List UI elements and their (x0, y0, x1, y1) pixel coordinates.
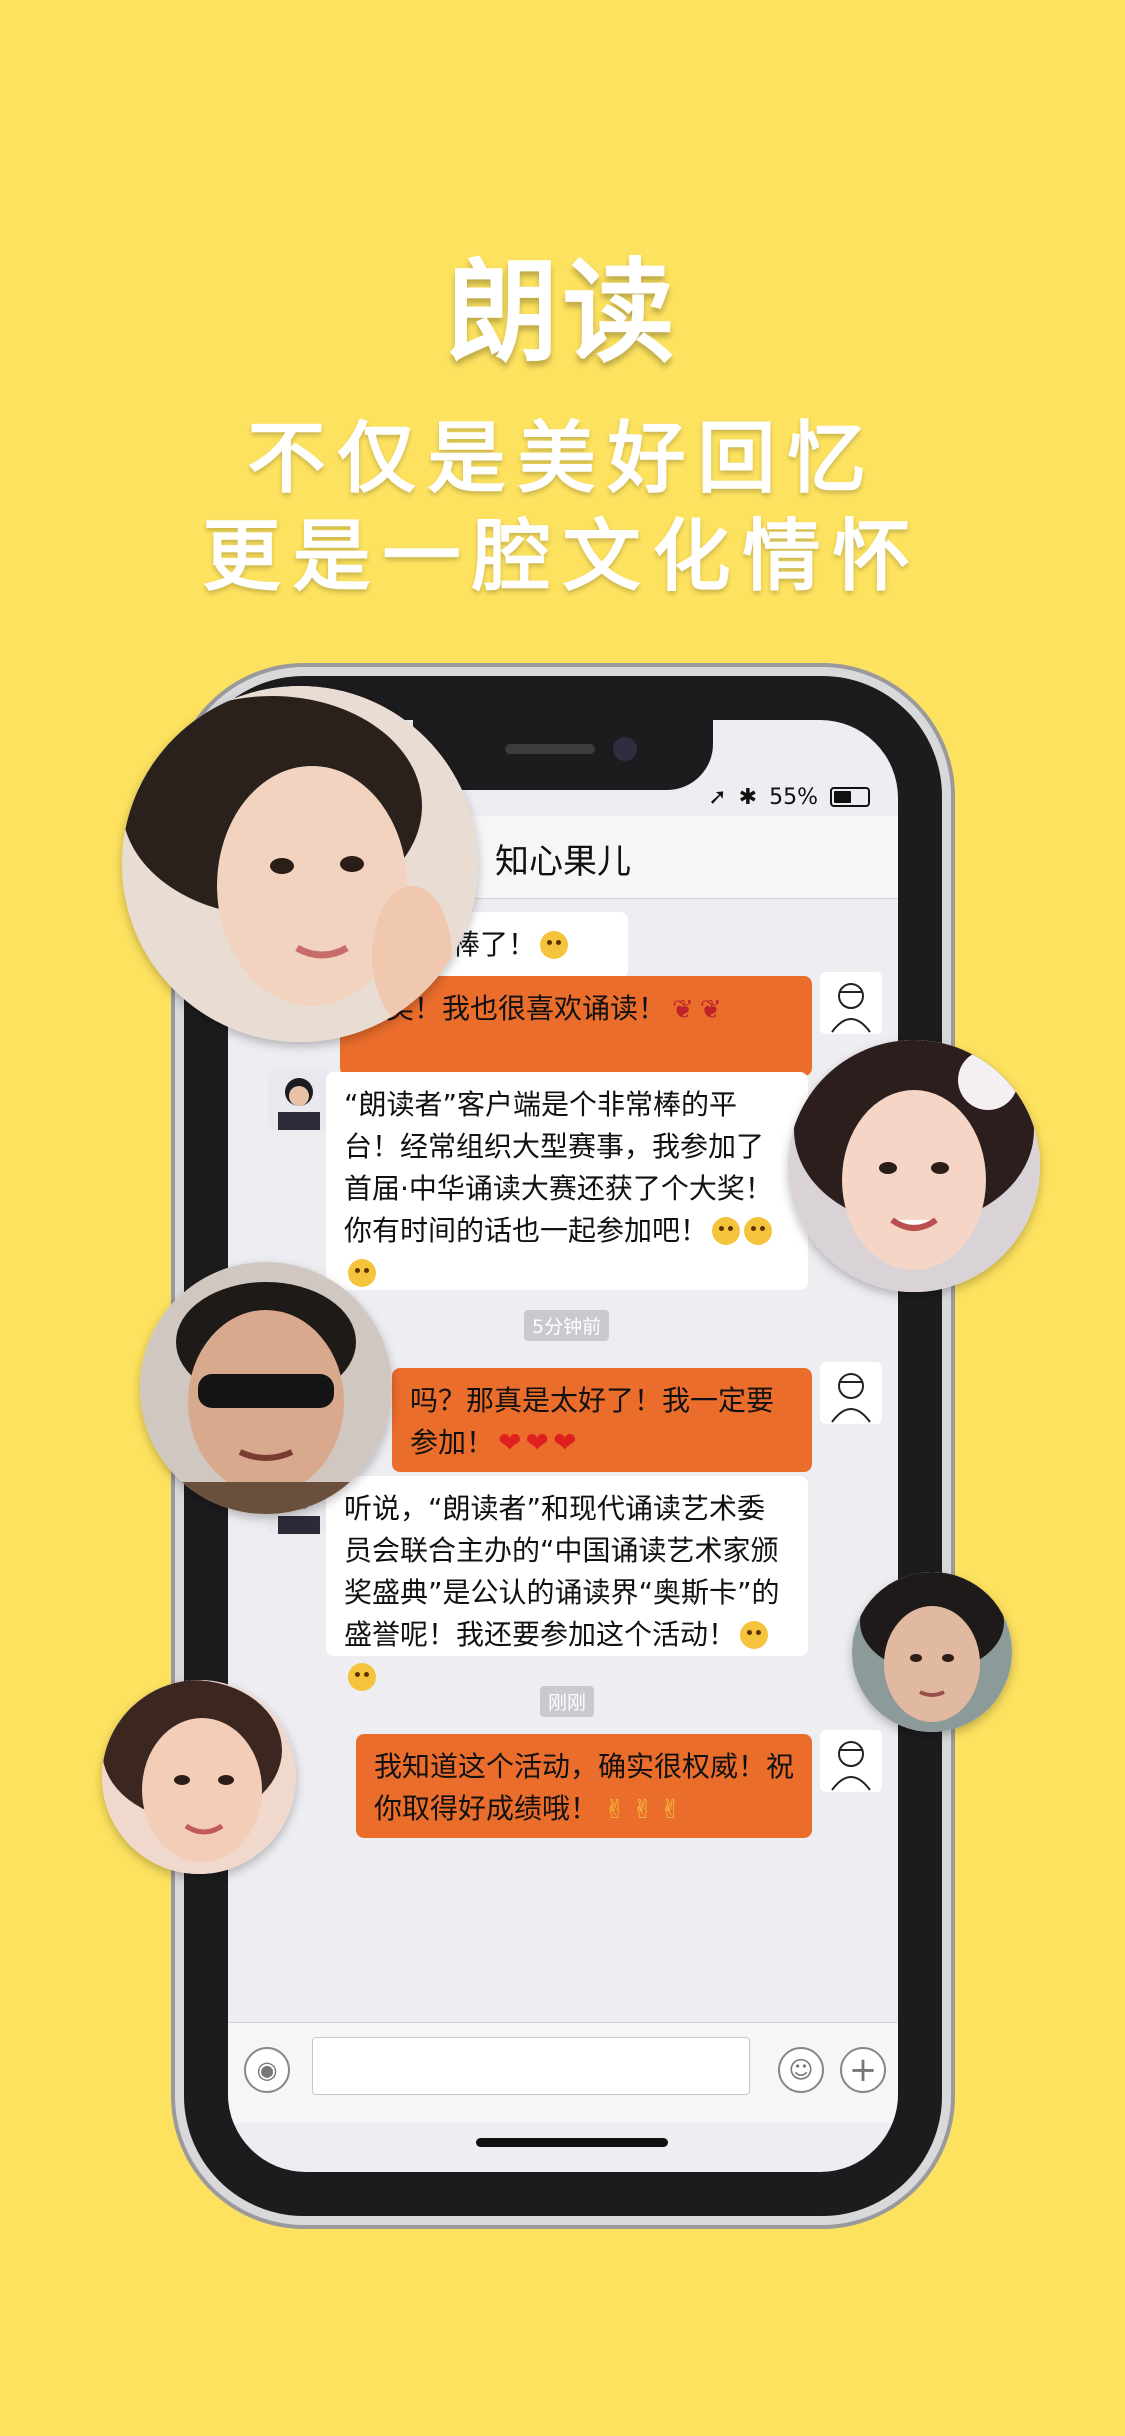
victory-emoji-icon: ✌ (631, 1795, 654, 1825)
message-bubble: 吗？那真是太好了！我一定要参加！ ❤ ❤ ❤ (392, 1368, 812, 1472)
battery-percent: 55% (769, 784, 818, 810)
heart-emoji-icon: ❤ (552, 1426, 577, 1459)
heart-emoji-icon: ❤ (498, 1426, 522, 1459)
message-bubble: “朗读者”客户端是个非常棒的平台！经常组织大型赛事，我参加了首届·中华诵读大赛还… (326, 1072, 808, 1290)
plus-icon[interactable]: + (840, 2047, 886, 2093)
rose-emoji-icon: ❦ (672, 995, 694, 1025)
location-icon: ➚ (708, 784, 727, 810)
my-avatar[interactable] (820, 1730, 882, 1792)
message-bubble: 听说，“朗读者”和现代诵读艺术委员会联合主办的“中国诵读艺术家颁奖盛典”是公认的… (326, 1476, 808, 1691)
rose-emoji-icon: ❦ (699, 995, 722, 1025)
status-bar: ➚ ✱ 55% (708, 782, 870, 812)
notch (413, 720, 713, 790)
speaker (505, 744, 595, 754)
timestamp: 刚刚 (540, 1686, 595, 1717)
contact-avatar[interactable] (268, 1068, 330, 1130)
heart-emoji-icon: ❤ (525, 1426, 549, 1459)
victory-emoji-icon: ✌ (604, 1795, 626, 1825)
my-avatar[interactable] (820, 972, 882, 1034)
hero-title: 朗读 (446, 248, 679, 378)
my-avatar[interactable] (820, 1362, 882, 1424)
portrait-photo-3 (140, 1262, 392, 1514)
battery-icon (830, 787, 870, 807)
clap-emoji-icon (540, 931, 569, 959)
camera (613, 737, 637, 761)
grin-emoji-icon (348, 1663, 376, 1691)
input-bar: ◉ ☺ + (228, 2022, 898, 2123)
smile-emoji-icon (744, 1217, 773, 1245)
portrait-photo-5 (102, 1680, 296, 1874)
victory-emoji-icon: ✌ (659, 1795, 682, 1825)
emoji-icon[interactable]: ☺ (778, 2047, 824, 2093)
portrait-photo-2 (788, 1040, 1040, 1292)
voice-icon[interactable]: ◉ (244, 2047, 290, 2093)
portrait-photo-4 (852, 1572, 1012, 1732)
hero-subtitle-1: 不仅是美好回忆 (247, 414, 878, 504)
timestamp: 5分钟前 (524, 1310, 610, 1341)
message-input[interactable] (312, 2037, 750, 2095)
message-bubble: 我知道这个活动，确实很权威！祝你取得好成绩哦！ ✌ ✌ ✌ (356, 1734, 812, 1838)
home-indicator (476, 2138, 668, 2147)
smile-emoji-icon (712, 1217, 741, 1245)
bluetooth-icon: ✱ (738, 784, 758, 810)
hero-subtitle-2: 更是一腔文化情怀 (202, 512, 923, 602)
portrait-photo-1 (122, 686, 478, 1042)
grin-emoji-icon (740, 1621, 769, 1649)
smile-emoji-icon (348, 1259, 376, 1287)
